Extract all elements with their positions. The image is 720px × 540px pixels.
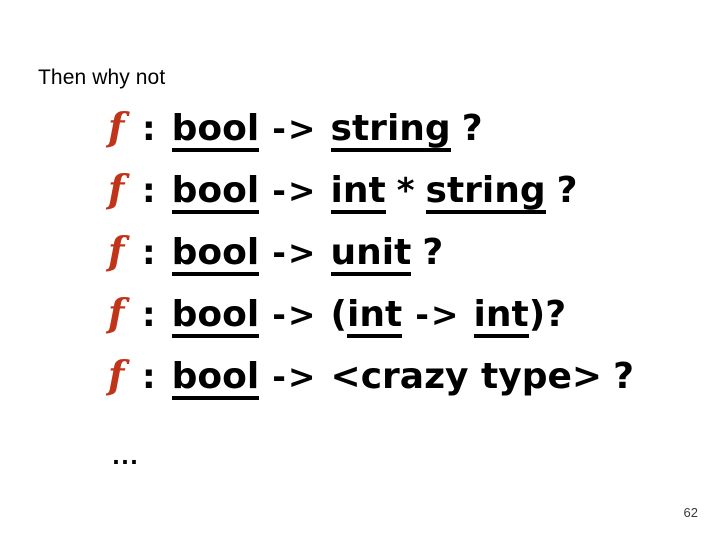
type-token-type: int (347, 297, 403, 338)
function-name: f (108, 352, 125, 397)
type-token-type: int (330, 173, 386, 214)
type-token-qmark: ? (545, 294, 567, 335)
signature-line: f: bool -> <crazy type>? (108, 356, 708, 418)
type-token-arrow: -> (415, 295, 461, 334)
type-token-type: bool (171, 173, 260, 214)
signature-line: f: bool -> unit? (108, 232, 708, 294)
function-name: f (108, 228, 125, 273)
type-token-type: bool (171, 235, 260, 276)
type-token-paren-open: ( (330, 294, 347, 335)
type-token-paren-close: ) (528, 294, 546, 335)
function-name: f (108, 104, 125, 149)
type-colon: : (142, 357, 156, 397)
type-colon: : (142, 109, 156, 149)
type-token-qmark: ? (461, 108, 483, 149)
page-number: 62 (683, 505, 698, 520)
signature-line: f: bool -> string? (108, 108, 708, 170)
type-colon: : (142, 171, 156, 211)
type-token-qmark: ? (422, 232, 444, 273)
type-token-type: unit (330, 235, 412, 276)
signature-list: f: bool -> string? f: bool -> int * string? f: bool… (108, 108, 708, 418)
type-colon: : (142, 295, 156, 335)
type-token-qmark: ? (613, 356, 634, 397)
ellipsis-marker: ... (112, 445, 139, 469)
type-token-arrow: -> (272, 233, 318, 272)
signature-line: f: bool -> int * string? (108, 170, 708, 232)
type-token-type: string (330, 111, 451, 152)
type-token-type: bool (171, 297, 260, 338)
type-token-qmark: ? (556, 170, 578, 211)
function-name: f (108, 290, 125, 335)
type-colon: : (142, 233, 156, 273)
slide-heading: Then why not (38, 66, 166, 89)
type-token-type: string (425, 173, 546, 214)
signature-line: f: bool ->(int -> int)? (108, 294, 708, 356)
type-token-type: bool (171, 359, 260, 400)
type-token-type: bool (171, 111, 260, 152)
function-name: f (108, 166, 125, 211)
type-token-star: * (396, 171, 415, 211)
type-token-arrow: -> (272, 295, 318, 334)
type-token-arrow: -> (272, 357, 318, 396)
type-token-arrow: -> (272, 171, 318, 210)
slide-canvas: Then why not f: bool -> string? f: bool -> int *… (0, 0, 720, 540)
type-token-arrow: -> (272, 109, 318, 148)
type-token-generic: <crazy type> (330, 356, 603, 397)
type-token-tight: int (473, 297, 529, 338)
